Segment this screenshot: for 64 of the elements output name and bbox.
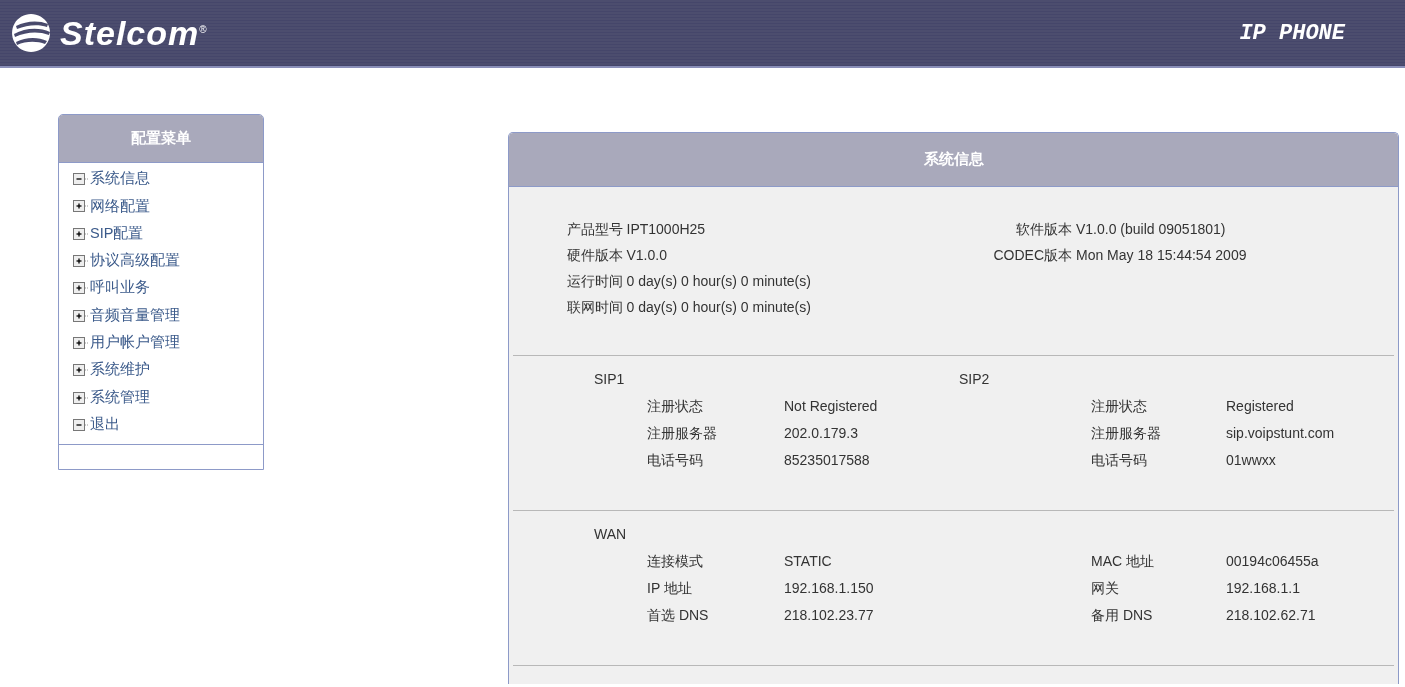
- expand-icon[interactable]: [73, 336, 89, 349]
- field-label: 网关: [1091, 578, 1120, 598]
- field-label: 硬件版本: [567, 245, 623, 265]
- field-value: 192.168.1.1: [1226, 578, 1301, 598]
- field-label: 电话号码: [1091, 450, 1148, 470]
- field-value: sip.voipstunt.com: [1226, 423, 1336, 443]
- field-label: 软件版本: [1015, 219, 1072, 239]
- collapse-icon[interactable]: [73, 173, 89, 186]
- section-heading: WAN: [594, 524, 628, 544]
- field-value: 218.102.23.77: [784, 605, 875, 625]
- product-title: IP PHONE: [1239, 20, 1345, 46]
- field-label: 联网时间: [567, 297, 623, 317]
- expand-icon[interactable]: [73, 227, 89, 240]
- field-label: 注册状态: [1091, 396, 1148, 416]
- menu-title: 配置菜单: [59, 115, 263, 163]
- field-label: CODEC版本: [993, 245, 1072, 265]
- expand-icon[interactable]: [73, 255, 89, 268]
- field-label: 电话号码: [647, 450, 704, 470]
- menu-item[interactable]: 呼叫业务: [73, 274, 150, 302]
- menu-item[interactable]: 用户帐户管理: [73, 329, 180, 357]
- expand-icon[interactable]: [73, 391, 89, 404]
- menu-item[interactable]: SIP配置: [73, 220, 144, 248]
- field-value: V1.0.0: [626, 245, 667, 265]
- field-label: 产品型号: [567, 219, 623, 239]
- menu-item[interactable]: 系统信息: [73, 165, 150, 193]
- field-label: MAC 地址: [1091, 551, 1155, 571]
- field-label: 运行时间: [567, 271, 623, 291]
- menu-item[interactable]: 退出: [73, 411, 120, 439]
- field-value: 01wwxx: [1226, 450, 1277, 470]
- field-label: 注册服务器: [647, 423, 718, 443]
- field-value: 202.0.179.3: [784, 423, 859, 443]
- section-heading: SIP2: [959, 369, 991, 389]
- menu-item[interactable]: 协议高级配置: [73, 247, 180, 275]
- field-label: 注册服务器: [1091, 423, 1162, 443]
- field-value: 218.102.62.71: [1226, 605, 1317, 625]
- field-value: Registered: [1226, 396, 1295, 416]
- field-label: 备用 DNS: [1091, 605, 1154, 625]
- field-label: 注册状态: [647, 396, 704, 416]
- expand-icon[interactable]: [73, 200, 89, 213]
- section-heading: SIP1: [594, 369, 626, 389]
- field-value: 0 day(s) 0 hour(s) 0 minute(s): [626, 297, 811, 317]
- field-value: 0 day(s) 0 hour(s) 0 minute(s): [626, 271, 811, 291]
- field-value: 192.168.1.150: [784, 578, 875, 598]
- field-value: Not Registered: [784, 396, 879, 416]
- field-label: 连接模式: [647, 551, 704, 571]
- field-value: V1.0.0 (build 09051801): [1076, 219, 1227, 239]
- panel-title: 系统信息: [509, 133, 1398, 187]
- brand-logo-text: Stelcom: [60, 13, 200, 53]
- menu-item[interactable]: 系统管理: [73, 383, 150, 412]
- field-value: STATIC: [784, 551, 833, 571]
- menu-item[interactable]: 音频音量管理: [73, 302, 180, 330]
- field-value: 00194c06455a: [1226, 551, 1320, 571]
- expand-icon[interactable]: [73, 309, 89, 322]
- field-label: IP 地址: [647, 578, 693, 598]
- expand-icon[interactable]: [73, 364, 89, 377]
- menu-item[interactable]: 网络配置: [73, 192, 150, 221]
- trademark-sign: ®: [199, 24, 207, 35]
- field-value: 85235017588: [784, 450, 871, 470]
- field-value: IPT1000H25: [626, 219, 706, 239]
- collapse-icon[interactable]: [73, 418, 89, 431]
- field-value: Mon May 18 15:44:54 2009: [1076, 245, 1248, 265]
- menu-item[interactable]: 系统维护: [73, 356, 150, 384]
- expand-icon[interactable]: [73, 282, 89, 295]
- field-label: 首选 DNS: [647, 605, 710, 625]
